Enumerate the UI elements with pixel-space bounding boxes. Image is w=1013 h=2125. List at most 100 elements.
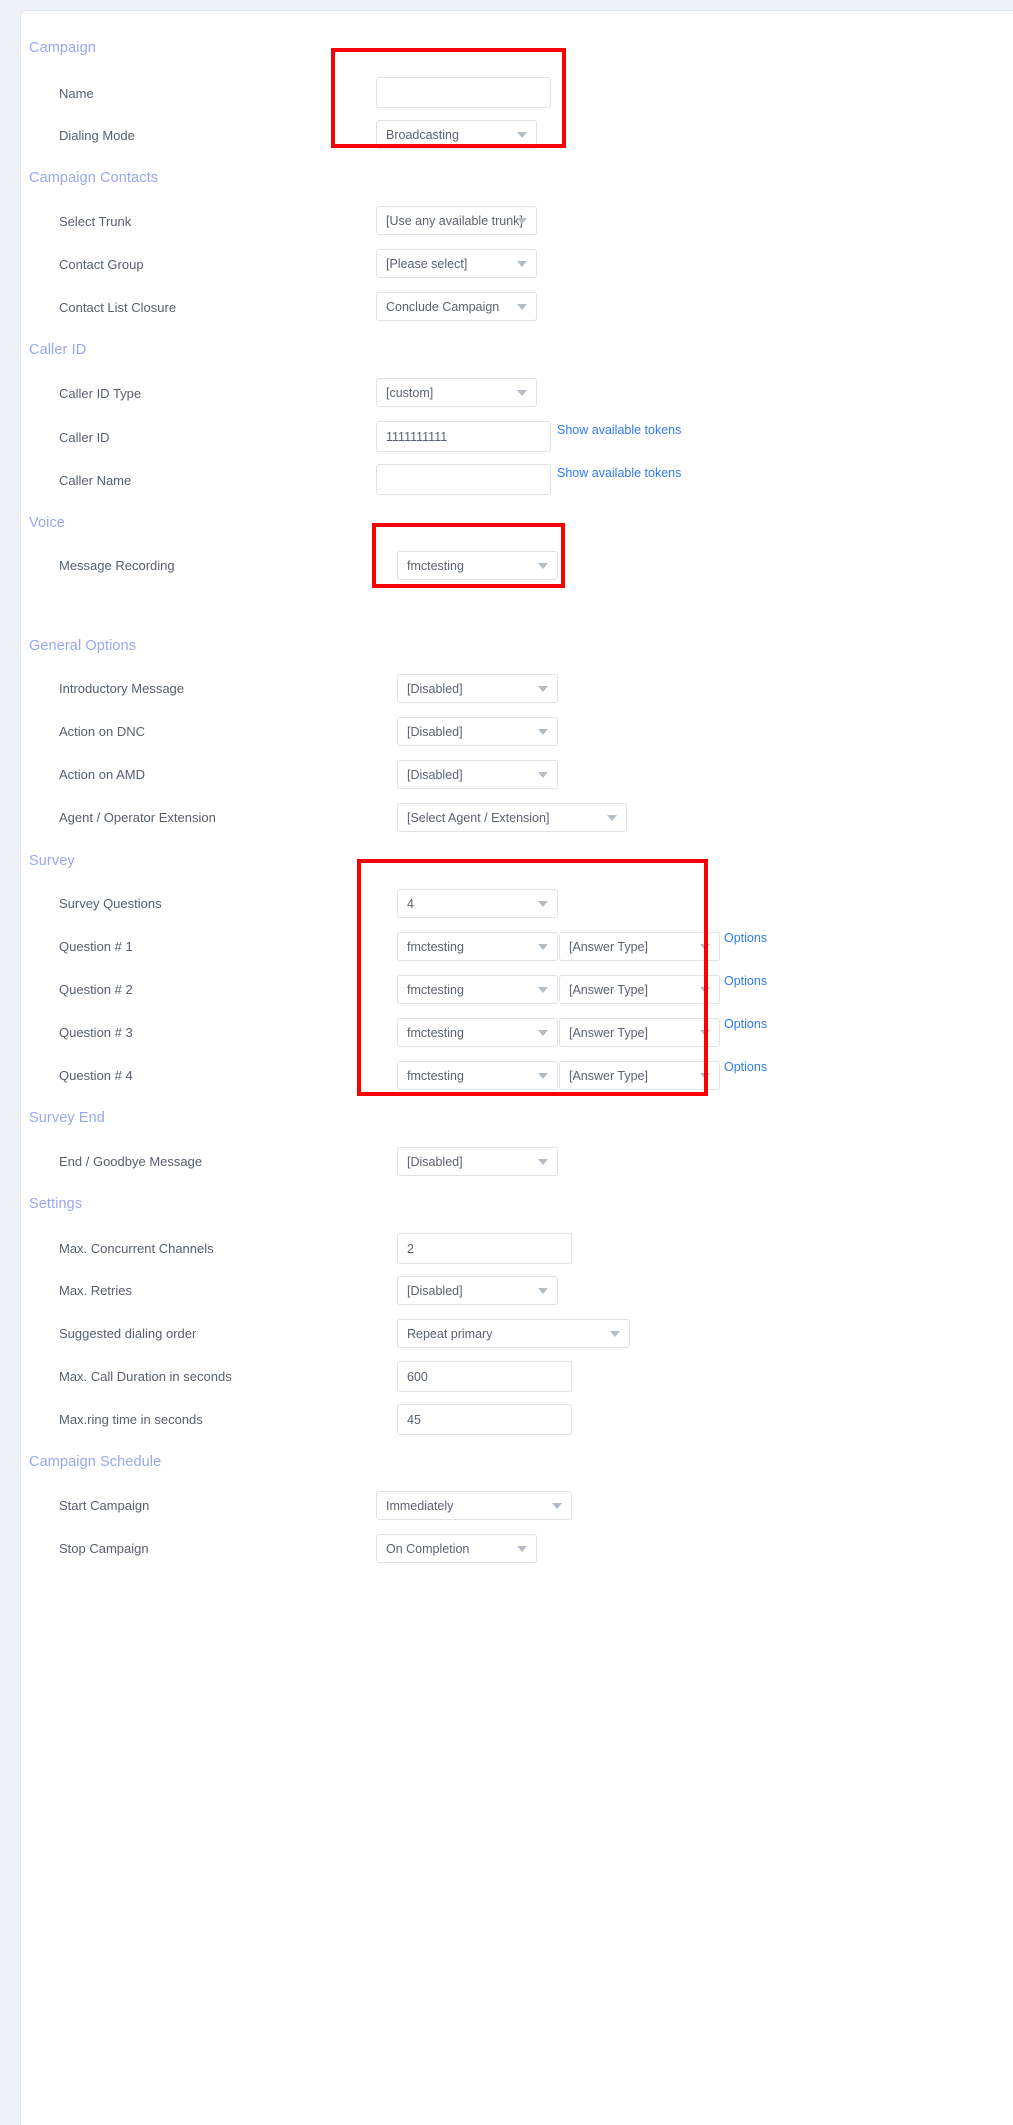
select-survey-questions-count[interactable]: 4 <box>397 889 558 918</box>
chevron-down-icon <box>552 1502 562 1509</box>
select-question-4-answer-type[interactable]: [Answer Type] <box>559 1061 720 1090</box>
input-max-concurrent-channels-value: 2 <box>407 1241 414 1256</box>
label-dialing-mode: Dialing Mode <box>59 128 135 143</box>
select-question-4-answer-type-value: [Answer Type] <box>569 1068 648 1083</box>
select-start-campaign[interactable]: Immediately <box>376 1491 572 1520</box>
input-max-concurrent-channels[interactable]: 2 <box>397 1233 572 1264</box>
select-question-2-recording-value: fmctesting <box>407 982 464 997</box>
section-title-general-options: General Options <box>29 638 137 654</box>
link-show-available-tokens-caller-name[interactable]: Show available tokens <box>557 466 681 480</box>
chevron-down-icon <box>517 260 527 267</box>
label-caller-id-type: Caller ID Type <box>59 386 142 401</box>
section-title-campaign-contacts: Campaign Contacts <box>29 170 159 186</box>
select-trunk[interactable]: [Use any available trunk] <box>376 206 537 235</box>
chevron-down-icon <box>538 943 548 950</box>
link-show-available-tokens-caller-id[interactable]: Show available tokens <box>557 423 681 437</box>
select-question-4-recording[interactable]: fmctesting <box>397 1061 558 1090</box>
input-caller-id[interactable]: 1111111111 <box>376 421 551 452</box>
select-suggested-dialing-order[interactable]: Repeat primary <box>397 1319 630 1348</box>
section-title-campaign-schedule: Campaign Schedule <box>29 1454 162 1470</box>
select-survey-questions-count-value: 4 <box>407 896 414 911</box>
chevron-down-icon <box>538 986 548 993</box>
label-question-3: Question # 3 <box>59 1025 133 1040</box>
label-max-call-duration: Max. Call Duration in seconds <box>59 1369 232 1384</box>
select-trunk-value: [Use any available trunk] <box>386 213 523 228</box>
select-start-campaign-value: Immediately <box>386 1498 454 1513</box>
link-question-3-options[interactable]: Options <box>724 1017 767 1031</box>
select-question-2-answer-type-value: [Answer Type] <box>569 982 648 997</box>
input-max-ring-time-value: 45 <box>407 1412 421 1427</box>
label-max-retries: Max. Retries <box>59 1283 132 1298</box>
select-caller-id-type-value: [custom] <box>386 385 434 400</box>
select-caller-id-type[interactable]: [custom] <box>376 378 537 407</box>
select-action-on-amd-value: [Disabled] <box>407 767 463 782</box>
label-question-4: Question # 4 <box>59 1068 133 1083</box>
select-end-goodbye-message[interactable]: [Disabled] <box>397 1147 558 1176</box>
input-max-call-duration-value: 600 <box>407 1369 428 1384</box>
select-message-recording[interactable]: fmctesting <box>397 551 558 580</box>
label-message-recording: Message Recording <box>59 558 175 573</box>
chevron-down-icon <box>538 1029 548 1036</box>
settings-card: Campaign Name Dialing Mode Broadcasting … <box>20 10 1013 2125</box>
select-suggested-dialing-order-value: Repeat primary <box>407 1326 493 1341</box>
link-question-4-options[interactable]: Options <box>724 1060 767 1074</box>
label-question-1: Question # 1 <box>59 939 133 954</box>
chevron-down-icon <box>700 986 710 993</box>
select-contact-group[interactable]: [Please select] <box>376 249 537 278</box>
select-introductory-message-value: [Disabled] <box>407 681 463 696</box>
link-question-2-options[interactable]: Options <box>724 974 767 988</box>
select-max-retries-value: [Disabled] <box>407 1283 463 1298</box>
chevron-down-icon <box>538 900 548 907</box>
select-action-on-amd[interactable]: [Disabled] <box>397 760 558 789</box>
label-name: Name <box>59 86 94 101</box>
select-dialing-mode-value: Broadcasting <box>386 127 459 142</box>
select-question-2-answer-type[interactable]: [Answer Type] <box>559 975 720 1004</box>
select-question-2-recording[interactable]: fmctesting <box>397 975 558 1004</box>
chevron-down-icon <box>700 1072 710 1079</box>
chevron-down-icon <box>538 1158 548 1165</box>
select-question-3-recording[interactable]: fmctesting <box>397 1018 558 1047</box>
chevron-down-icon <box>517 131 527 138</box>
select-message-recording-value: fmctesting <box>407 558 464 573</box>
label-caller-id: Caller ID <box>59 430 110 445</box>
label-introductory-message: Introductory Message <box>59 681 185 696</box>
label-max-concurrent-channels: Max. Concurrent Channels <box>59 1241 214 1256</box>
link-question-1-options[interactable]: Options <box>724 931 767 945</box>
select-dialing-mode[interactable]: Broadcasting <box>376 120 537 149</box>
select-end-goodbye-message-value: [Disabled] <box>407 1154 463 1169</box>
select-introductory-message[interactable]: [Disabled] <box>397 674 558 703</box>
campaign-settings-page: Campaign Name Dialing Mode Broadcasting … <box>0 0 1013 2125</box>
input-max-call-duration[interactable]: 600 <box>397 1361 572 1392</box>
select-question-1-answer-type[interactable]: [Answer Type] <box>559 932 720 961</box>
select-max-retries[interactable]: [Disabled] <box>397 1276 558 1305</box>
chevron-down-icon <box>700 943 710 950</box>
select-contact-list-closure[interactable]: Conclude Campaign <box>376 292 537 321</box>
label-agent-operator-extension: Agent / Operator Extension <box>59 810 216 825</box>
section-title-campaign: Campaign <box>29 40 96 56</box>
label-action-on-dnc: Action on DNC <box>59 724 145 739</box>
select-agent-operator-extension[interactable]: [Select Agent / Extension] <box>397 803 627 832</box>
select-question-3-answer-type[interactable]: [Answer Type] <box>559 1018 720 1047</box>
label-start-campaign: Start Campaign <box>59 1498 150 1513</box>
select-stop-campaign[interactable]: On Completion <box>376 1534 537 1563</box>
select-agent-operator-extension-value: [Select Agent / Extension] <box>407 810 550 825</box>
label-suggested-dialing-order: Suggested dialing order <box>59 1326 197 1341</box>
chevron-down-icon <box>610 1330 620 1337</box>
chevron-down-icon <box>517 217 527 224</box>
select-question-1-recording[interactable]: fmctesting <box>397 932 558 961</box>
chevron-down-icon <box>538 771 548 778</box>
select-contact-list-closure-value: Conclude Campaign <box>386 299 500 314</box>
chevron-down-icon <box>538 562 548 569</box>
select-question-3-answer-type-value: [Answer Type] <box>569 1025 648 1040</box>
label-contact-list-closure: Contact List Closure <box>59 300 177 315</box>
input-campaign-name[interactable] <box>376 77 551 108</box>
select-stop-campaign-value: On Completion <box>386 1541 470 1556</box>
label-max-ring-time: Max.ring time in seconds <box>59 1412 203 1427</box>
input-max-ring-time[interactable]: 45 <box>397 1404 572 1435</box>
label-stop-campaign: Stop Campaign <box>59 1541 149 1556</box>
select-action-on-dnc[interactable]: [Disabled] <box>397 717 558 746</box>
select-question-3-recording-value: fmctesting <box>407 1025 464 1040</box>
section-title-caller-id: Caller ID <box>29 342 87 358</box>
chevron-down-icon <box>517 1545 527 1552</box>
input-caller-name[interactable] <box>376 464 551 495</box>
